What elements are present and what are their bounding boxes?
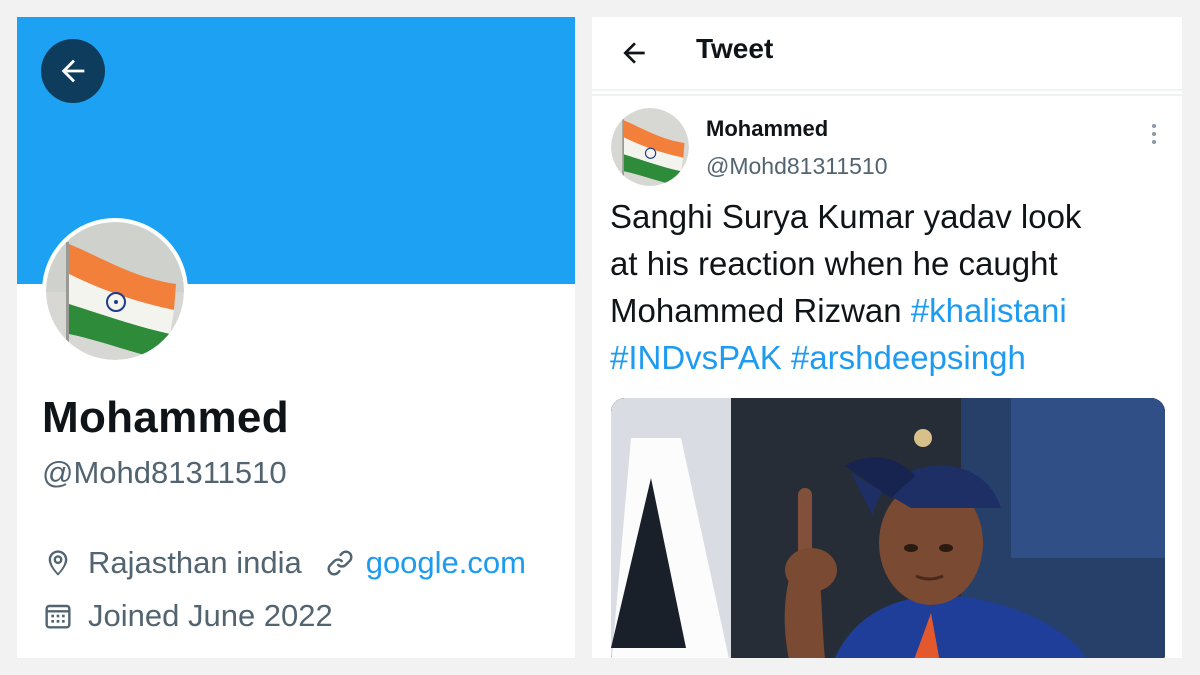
arrow-left-icon [623, 42, 645, 64]
tweet-text-line: Mohammed Rizwan [610, 292, 911, 329]
india-flag-avatar-image [611, 108, 689, 186]
tweet-text-line: Sanghi Surya Kumar yadav look [610, 198, 1082, 235]
cricket-player-photo [611, 398, 1165, 658]
profile-joined-date: Joined June 2022 [88, 598, 333, 633]
more-vertical-icon [1152, 124, 1156, 144]
tweet-header: Tweet [592, 17, 1182, 91]
profile-display-name: Mohammed [42, 393, 289, 442]
hashtag-link[interactable]: #khalistani [911, 292, 1067, 329]
profile-handle: @Mohd81311510 [42, 455, 287, 490]
hashtag-link[interactable]: #INDvsPAK [610, 339, 782, 376]
location-pin-icon [42, 547, 74, 579]
tweet-author-name[interactable]: Mohammed [706, 116, 828, 142]
profile-panel: Mohammed @Mohd81311510 Rajasthan india g… [17, 17, 575, 658]
profile-avatar[interactable] [42, 218, 188, 364]
tweet-text: Sanghi Surya Kumar yadav look at his rea… [610, 193, 1170, 381]
tweet-author-handle[interactable]: @Mohd81311510 [706, 153, 888, 180]
tweet-media-photo[interactable] [611, 398, 1165, 658]
tweet-back-button[interactable] [618, 37, 650, 69]
tweet-header-title: Tweet [696, 33, 774, 64]
tweet-text-line: at his reaction when he caught [610, 245, 1058, 282]
tweet-author-avatar[interactable] [611, 108, 689, 186]
india-flag-avatar-image [46, 222, 184, 360]
hashtag-link[interactable]: #arshdeepsingh [791, 339, 1026, 376]
link-icon [324, 547, 356, 579]
profile-website-link[interactable]: google.com [366, 545, 526, 581]
header-divider [592, 94, 1182, 96]
arrow-left-icon [61, 59, 85, 83]
calendar-icon [42, 600, 74, 632]
profile-meta-row: Rajasthan india google.com [42, 545, 526, 581]
more-options-button[interactable] [1146, 120, 1162, 148]
profile-location: Rajasthan india [88, 545, 302, 580]
tweet-panel: Tweet Mohammed @Mohd81311510 Sanghi Sury… [592, 17, 1182, 658]
back-button[interactable] [41, 39, 105, 103]
profile-joined-row: Joined June 2022 [42, 598, 333, 634]
